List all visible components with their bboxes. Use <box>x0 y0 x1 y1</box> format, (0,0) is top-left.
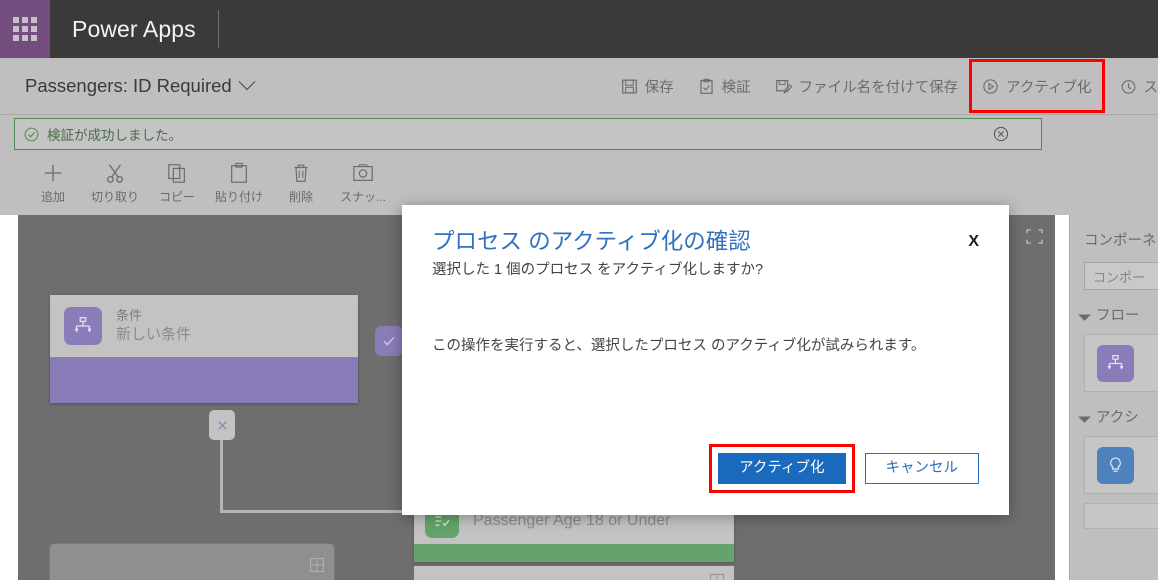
condition-node-header: 条件 新しい条件 <box>50 295 358 357</box>
toolbar-item-delete-label: 削除 <box>288 190 313 204</box>
toolbar-item-cut[interactable]: 切り取り <box>84 155 146 205</box>
page-title: Passengers: ID Required <box>25 75 232 96</box>
dialog-subtitle: 選択した 1 個のプロセス をアクティブ化しますか? <box>432 262 764 278</box>
toolbar-item-snapshot[interactable]: スナッ... <box>332 155 394 205</box>
components-search-input[interactable]: コンポー <box>1084 262 1158 290</box>
toolbar-item-snapshot-label: スナッ... <box>339 190 386 204</box>
toolbar-item-paste-label: 貼り付け <box>214 190 263 204</box>
bottom-node-right[interactable] <box>414 566 734 580</box>
play-circle-icon <box>983 78 998 94</box>
connector-no-vertical <box>220 440 223 512</box>
expand-icon[interactable] <box>309 557 325 573</box>
brand-title: Power Apps <box>72 15 196 42</box>
primary-button-highlight: アクティブ化 <box>709 444 855 493</box>
header-divider <box>217 10 219 48</box>
toolbar-item-add[interactable]: 追加 <box>22 155 84 205</box>
toolbar-item-add-label: 追加 <box>40 190 65 204</box>
clock-icon <box>1121 79 1135 94</box>
check-circle-icon <box>24 127 39 141</box>
condition-node-body <box>50 357 358 403</box>
connector-no-horizontal <box>220 510 416 513</box>
command-bar-actions: 保存 検証 ファイル名を付けて保存 アクティブ化 ス <box>609 58 1158 114</box>
dialog-close-button[interactable]: X <box>964 227 983 257</box>
branch-flow-icon <box>1097 344 1134 382</box>
activate-confirmation-dialog: プロセス のアクティブ化の確認 X 選択した 1 個のプロセス をアクティブ化し… <box>402 205 1009 515</box>
scissors-icon <box>107 164 123 183</box>
close-x-icon <box>217 420 227 430</box>
check-icon <box>383 336 395 346</box>
paste-clipboard-icon <box>231 162 247 183</box>
clipboard-check-icon <box>699 78 713 94</box>
component-card-action[interactable] <box>1084 436 1158 494</box>
save-button[interactable]: 保存 <box>609 58 686 114</box>
branch-flow-icon <box>64 307 102 345</box>
panel-section-actions[interactable]: アクシ <box>1078 406 1158 427</box>
document-title-dropdown[interactable]: Passengers: ID Required <box>0 73 256 97</box>
panel-section-actions-label: アクシ <box>1096 410 1139 426</box>
caret-expanded-icon <box>1078 308 1091 321</box>
activate-button-label: アクティブ化 <box>1006 79 1092 96</box>
toolbar-item-delete[interactable]: 削除 <box>270 155 332 205</box>
save-as-button-label: ファイル名を付けて保存 <box>798 79 959 96</box>
condition-node[interactable]: 条件 新しい条件 <box>50 295 358 403</box>
toolbar-item-paste[interactable]: 貼り付け <box>208 155 270 205</box>
components-panel-title: コンポーネ <box>1084 233 1157 249</box>
panel-section-flow[interactable]: フロー <box>1078 304 1158 325</box>
schedule-button[interactable]: ス <box>1108 58 1158 114</box>
fit-to-screen-icon[interactable] <box>1026 229 1043 244</box>
lightbulb-icon <box>1097 446 1134 484</box>
schedule-button-label: ス <box>1143 79 1158 96</box>
branch-no-connector[interactable] <box>209 410 235 440</box>
caret-expanded-icon <box>1078 410 1091 423</box>
save-as-button[interactable]: ファイル名を付けて保存 <box>763 58 971 114</box>
copy-icon <box>168 164 185 183</box>
validation-success-bar: 検証が成功しました。 <box>14 118 1042 150</box>
camera-icon <box>353 164 373 181</box>
dialog-body-text: この操作を実行すると、選択したプロセス のアクティブ化が試みられます。 <box>432 338 926 354</box>
command-bar: Passengers: ID Required 保存 検証 ファイル名を付けて保… <box>0 58 1158 115</box>
plus-icon <box>44 164 62 182</box>
validate-button[interactable]: 検証 <box>686 58 763 114</box>
dialog-header: プロセス のアクティブ化の確認 X <box>402 205 1009 257</box>
notification-area: 検証が成功しました。 <box>0 115 1158 155</box>
save-button-label: 保存 <box>644 79 674 96</box>
app-launcher-button[interactable] <box>0 0 50 58</box>
save-as-icon <box>775 79 792 94</box>
chevron-down-icon <box>238 73 256 91</box>
component-card-flow[interactable] <box>1084 334 1158 392</box>
activate-button[interactable]: アクティブ化 <box>969 59 1105 113</box>
toolbar-item-copy-label: コピー <box>158 190 195 204</box>
save-floppy-icon <box>621 79 637 93</box>
condition-node-type: 条件 <box>116 308 143 323</box>
app-launcher-grid-icon <box>13 17 37 41</box>
toolbar-item-copy[interactable]: コピー <box>146 155 208 205</box>
validate-button-label: 検証 <box>721 79 751 96</box>
condition-node-text: 条件 新しい条件 <box>116 308 191 344</box>
action-node-body <box>414 544 734 562</box>
panel-section-flow-label: フロー <box>1096 308 1140 324</box>
dialog-footer: アクティブ化 キャンセル <box>402 444 1009 515</box>
dialog-cancel-button[interactable]: キャンセル <box>864 453 979 484</box>
trash-icon <box>294 164 308 182</box>
component-card-next[interactable] <box>1084 503 1158 529</box>
bottom-node-left[interactable] <box>50 544 334 580</box>
toolbar-item-cut-label: 切り取り <box>90 190 139 204</box>
notification-message: 検証が成功しました。 <box>47 128 182 143</box>
dialog-title: プロセス のアクティブ化の確認 <box>432 229 751 254</box>
close-circle-icon[interactable] <box>993 126 1009 142</box>
components-panel: コンポーネ コンポー フロー アクシ <box>1069 215 1158 580</box>
suite-header-bar: Power Apps <box>0 0 1158 58</box>
dialog-activate-button[interactable]: アクティブ化 <box>718 453 846 484</box>
condition-node-name: 新しい条件 <box>116 326 192 343</box>
branch-yes-connector[interactable] <box>375 326 403 356</box>
expand-icon[interactable] <box>709 573 725 580</box>
